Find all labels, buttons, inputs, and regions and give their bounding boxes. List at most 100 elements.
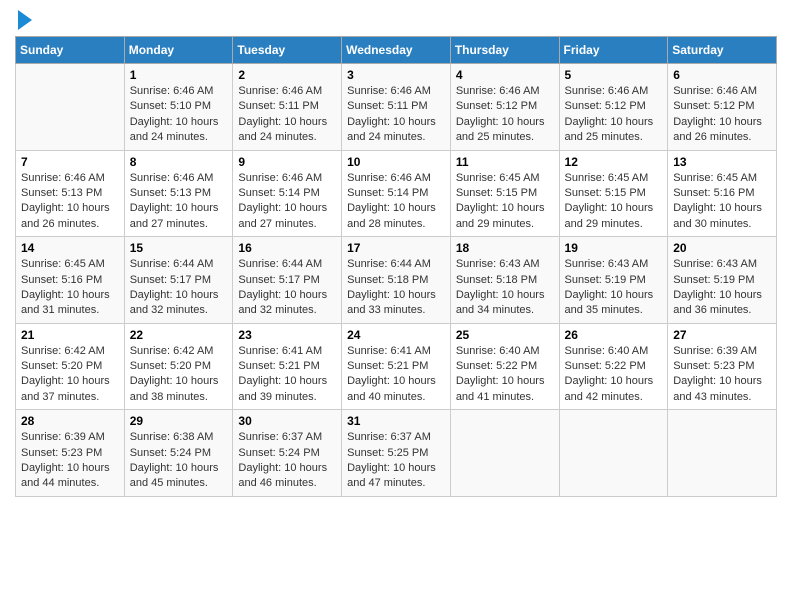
- logo-arrow-icon: [18, 10, 32, 30]
- calendar-cell: 12 Sunrise: 6:45 AMSunset: 5:15 PMDayligh…: [559, 150, 668, 237]
- day-number: 25: [456, 328, 554, 342]
- calendar-cell: 18 Sunrise: 6:43 AMSunset: 5:18 PMDayligh…: [450, 237, 559, 324]
- calendar-cell: 15 Sunrise: 6:44 AMSunset: 5:17 PMDayligh…: [124, 237, 233, 324]
- day-info: Sunrise: 6:46 AMSunset: 5:11 PMDaylight:…: [238, 84, 336, 146]
- day-info: Sunrise: 6:41 AMSunset: 5:21 PMDaylight:…: [347, 344, 445, 406]
- day-number: 2: [238, 68, 336, 82]
- day-number: 3: [347, 68, 445, 82]
- calendar-cell: 9 Sunrise: 6:46 AMSunset: 5:14 PMDaylight…: [233, 150, 342, 237]
- day-number: 24: [347, 328, 445, 342]
- day-number: 13: [673, 155, 771, 169]
- day-info: Sunrise: 6:45 AMSunset: 5:16 PMDaylight:…: [673, 171, 771, 233]
- day-number: 15: [130, 241, 228, 255]
- calendar-cell: 8 Sunrise: 6:46 AMSunset: 5:13 PMDaylight…: [124, 150, 233, 237]
- calendar-cell: 26Sunrise: 6:40 AMSunset: 5:22 PMDayligh…: [559, 323, 668, 410]
- calendar-cell: 20 Sunrise: 6:43 AMSunset: 5:19 PMDayligh…: [668, 237, 777, 324]
- page-header: [15, 10, 777, 30]
- calendar-week-row: 14 Sunrise: 6:45 AMSunset: 5:16 PMDayligh…: [16, 237, 777, 324]
- day-info: Sunrise: 6:46 AMSunset: 5:12 PMDaylight:…: [456, 84, 554, 146]
- day-info: Sunrise: 6:39 AMSunset: 5:23 PMDaylight:…: [21, 430, 119, 492]
- day-number: 11: [456, 155, 554, 169]
- day-number: 8: [130, 155, 228, 169]
- calendar-cell: 23 Sunrise: 6:41 AMSunset: 5:21 PMDayligh…: [233, 323, 342, 410]
- day-info: Sunrise: 6:44 AMSunset: 5:17 PMDaylight:…: [238, 257, 336, 319]
- day-info: Sunrise: 6:40 AMSunset: 5:22 PMDaylight:…: [456, 344, 554, 406]
- calendar-week-row: 21 Sunrise: 6:42 AMSunset: 5:20 PMDayligh…: [16, 323, 777, 410]
- calendar-cell: 21 Sunrise: 6:42 AMSunset: 5:20 PMDayligh…: [16, 323, 125, 410]
- day-info: Sunrise: 6:38 AMSunset: 5:24 PMDaylight:…: [130, 430, 228, 492]
- day-number: 10: [347, 155, 445, 169]
- day-number: 29: [130, 414, 228, 428]
- calendar-cell: 14 Sunrise: 6:45 AMSunset: 5:16 PMDayligh…: [16, 237, 125, 324]
- day-info: Sunrise: 6:46 AMSunset: 5:10 PMDaylight:…: [130, 84, 228, 146]
- day-number: 20: [673, 241, 771, 255]
- day-info: Sunrise: 6:43 AMSunset: 5:19 PMDaylight:…: [565, 257, 663, 319]
- calendar-cell: 2 Sunrise: 6:46 AMSunset: 5:11 PMDaylight…: [233, 64, 342, 151]
- calendar-cell: 17 Sunrise: 6:44 AMSunset: 5:18 PMDayligh…: [342, 237, 451, 324]
- day-info: Sunrise: 6:37 AMSunset: 5:24 PMDaylight:…: [238, 430, 336, 492]
- day-info: Sunrise: 6:44 AMSunset: 5:17 PMDaylight:…: [130, 257, 228, 319]
- day-number: 14: [21, 241, 119, 255]
- day-number: 12: [565, 155, 663, 169]
- day-info: Sunrise: 6:41 AMSunset: 5:21 PMDaylight:…: [238, 344, 336, 406]
- calendar-table: SundayMondayTuesdayWednesdayThursdayFrid…: [15, 36, 777, 497]
- calendar-week-row: 28 Sunrise: 6:39 AMSunset: 5:23 PMDayligh…: [16, 410, 777, 497]
- calendar-cell: 28 Sunrise: 6:39 AMSunset: 5:23 PMDayligh…: [16, 410, 125, 497]
- day-info: Sunrise: 6:46 AMSunset: 5:14 PMDaylight:…: [347, 171, 445, 233]
- calendar-cell: 25 Sunrise: 6:40 AMSunset: 5:22 PMDayligh…: [450, 323, 559, 410]
- day-number: 28: [21, 414, 119, 428]
- day-number: 1: [130, 68, 228, 82]
- day-info: Sunrise: 6:46 AMSunset: 5:11 PMDaylight:…: [347, 84, 445, 146]
- day-number: 21: [21, 328, 119, 342]
- day-of-week-header: Thursday: [450, 37, 559, 64]
- logo: [15, 10, 32, 30]
- day-info: Sunrise: 6:45 AMSunset: 5:15 PMDaylight:…: [565, 171, 663, 233]
- calendar-cell: [668, 410, 777, 497]
- day-number: 27: [673, 328, 771, 342]
- day-number: 31: [347, 414, 445, 428]
- calendar-cell: [16, 64, 125, 151]
- calendar-cell: 3 Sunrise: 6:46 AMSunset: 5:11 PMDaylight…: [342, 64, 451, 151]
- day-info: Sunrise: 6:46 AMSunset: 5:14 PMDaylight:…: [238, 171, 336, 233]
- day-number: 17: [347, 241, 445, 255]
- day-info: Sunrise: 6:46 AMSunset: 5:13 PMDaylight:…: [21, 171, 119, 233]
- calendar-cell: [559, 410, 668, 497]
- day-info: Sunrise: 6:45 AMSunset: 5:16 PMDaylight:…: [21, 257, 119, 319]
- day-number: 18: [456, 241, 554, 255]
- day-number: 4: [456, 68, 554, 82]
- day-info: Sunrise: 6:43 AMSunset: 5:19 PMDaylight:…: [673, 257, 771, 319]
- day-number: 7: [21, 155, 119, 169]
- calendar-cell: 6 Sunrise: 6:46 AMSunset: 5:12 PMDaylight…: [668, 64, 777, 151]
- day-info: Sunrise: 6:45 AMSunset: 5:15 PMDaylight:…: [456, 171, 554, 233]
- day-info: Sunrise: 6:46 AMSunset: 5:12 PMDaylight:…: [673, 84, 771, 146]
- calendar-cell: 1 Sunrise: 6:46 AMSunset: 5:10 PMDaylight…: [124, 64, 233, 151]
- day-number: 23: [238, 328, 336, 342]
- calendar-cell: 4 Sunrise: 6:46 AMSunset: 5:12 PMDaylight…: [450, 64, 559, 151]
- day-number: 22: [130, 328, 228, 342]
- header-row: SundayMondayTuesdayWednesdayThursdayFrid…: [16, 37, 777, 64]
- calendar-cell: 24 Sunrise: 6:41 AMSunset: 5:21 PMDayligh…: [342, 323, 451, 410]
- calendar-cell: 29 Sunrise: 6:38 AMSunset: 5:24 PMDayligh…: [124, 410, 233, 497]
- calendar-cell: 10 Sunrise: 6:46 AMSunset: 5:14 PMDayligh…: [342, 150, 451, 237]
- day-number: 16: [238, 241, 336, 255]
- day-number: 6: [673, 68, 771, 82]
- calendar-cell: 7 Sunrise: 6:46 AMSunset: 5:13 PMDaylight…: [16, 150, 125, 237]
- day-info: Sunrise: 6:42 AMSunset: 5:20 PMDaylight:…: [21, 344, 119, 406]
- calendar-cell: [450, 410, 559, 497]
- calendar-cell: 31Sunrise: 6:37 AMSunset: 5:25 PMDayligh…: [342, 410, 451, 497]
- calendar-week-row: 1 Sunrise: 6:46 AMSunset: 5:10 PMDaylight…: [16, 64, 777, 151]
- day-info: Sunrise: 6:44 AMSunset: 5:18 PMDaylight:…: [347, 257, 445, 319]
- calendar-cell: 27 Sunrise: 6:39 AMSunset: 5:23 PMDayligh…: [668, 323, 777, 410]
- day-info: Sunrise: 6:43 AMSunset: 5:18 PMDaylight:…: [456, 257, 554, 319]
- day-number: 9: [238, 155, 336, 169]
- day-number: 26: [565, 328, 663, 342]
- day-of-week-header: Tuesday: [233, 37, 342, 64]
- day-number: 19: [565, 241, 663, 255]
- day-info: Sunrise: 6:39 AMSunset: 5:23 PMDaylight:…: [673, 344, 771, 406]
- calendar-cell: 5Sunrise: 6:46 AMSunset: 5:12 PMDaylight…: [559, 64, 668, 151]
- day-info: Sunrise: 6:46 AMSunset: 5:13 PMDaylight:…: [130, 171, 228, 233]
- day-of-week-header: Monday: [124, 37, 233, 64]
- day-info: Sunrise: 6:42 AMSunset: 5:20 PMDaylight:…: [130, 344, 228, 406]
- day-number: 5: [565, 68, 663, 82]
- calendar-cell: 30Sunrise: 6:37 AMSunset: 5:24 PMDayligh…: [233, 410, 342, 497]
